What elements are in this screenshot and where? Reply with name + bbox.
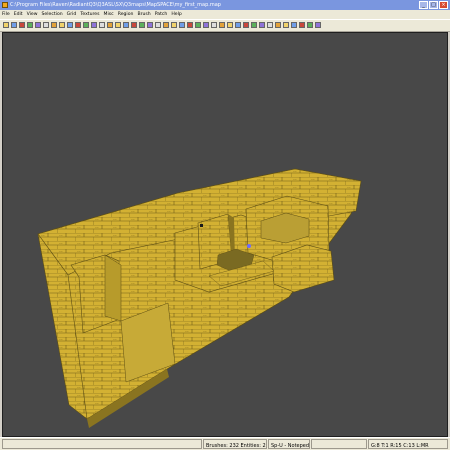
rotate-x-icon[interactable] — [67, 22, 73, 28]
paste-icon[interactable] — [35, 22, 41, 28]
status-grid-info: G:8 T:1 R:15 C:13 L:MR — [368, 439, 448, 449]
select-inside-icon[interactable] — [99, 22, 105, 28]
flip-x-icon[interactable] — [43, 22, 49, 28]
menu-help[interactable]: Help — [171, 10, 181, 19]
minimize-button[interactable]: _ — [419, 1, 428, 9]
patch-icon[interactable] — [187, 22, 193, 28]
window-controls: _ □ × — [419, 1, 448, 9]
bend-icon[interactable] — [195, 22, 201, 28]
menu-region[interactable]: Region — [118, 10, 134, 19]
flip-z-icon[interactable] — [59, 22, 65, 28]
help-icon[interactable] — [307, 22, 313, 28]
menu-view[interactable]: View — [27, 10, 38, 19]
player-start-marker — [247, 244, 251, 248]
menu-edit[interactable]: Edit — [14, 10, 23, 19]
menu-patch[interactable]: Patch — [155, 10, 168, 19]
copy-icon[interactable] — [27, 22, 33, 28]
cubic-clip-icon[interactable] — [171, 22, 177, 28]
view-change-icon[interactable] — [163, 22, 169, 28]
lighting-icon[interactable] — [227, 22, 233, 28]
insert-icon[interactable] — [203, 22, 209, 28]
radiant-editor-window: C:\Program Files\Raven\RadiantQ3\Q3ASL\S… — [0, 0, 450, 450]
about-icon[interactable] — [315, 22, 321, 28]
main-toolbar — [0, 19, 450, 32]
rotate-y-icon[interactable] — [75, 22, 81, 28]
flip-y-icon[interactable] — [51, 22, 57, 28]
window-title: C:\Program Files\Raven\RadiantQ3\Q3ASL\S… — [10, 2, 221, 8]
status-bar: Brushes: 232 Entities: 2 Sp-U - Noteped … — [0, 437, 450, 450]
rotate-z-icon[interactable] — [83, 22, 89, 28]
save-icon[interactable] — [11, 22, 17, 28]
texture-lock-icon[interactable] — [147, 22, 153, 28]
filter-icon[interactable] — [235, 22, 241, 28]
texture-browser-icon[interactable] — [283, 22, 289, 28]
map-render: ~~ — [37, 168, 362, 428]
menu-file[interactable]: File — [2, 10, 10, 19]
menu-grid[interactable]: Grid — [67, 10, 77, 19]
light-entity — [200, 224, 203, 227]
close-button[interactable]: × — [439, 1, 448, 9]
menu-bar: File Edit View Selection Grid Textures M… — [0, 10, 450, 19]
scale-icon[interactable] — [139, 22, 145, 28]
shader-icon[interactable] — [299, 22, 305, 28]
open-icon[interactable] — [3, 22, 9, 28]
entity-list-icon[interactable] — [179, 22, 185, 28]
clipper-icon[interactable] — [131, 22, 137, 28]
brush-size-icon[interactable] — [267, 22, 273, 28]
status-mode: Sp-U - Noteped — [268, 439, 310, 449]
surface-inspector-icon[interactable] — [291, 22, 297, 28]
menu-misc[interactable]: Misc — [104, 10, 114, 19]
3d-camera-viewport[interactable]: ~~ — [2, 32, 448, 437]
cut-icon[interactable] — [19, 22, 25, 28]
status-brush-count: Brushes: 232 Entities: 2 — [203, 439, 267, 449]
select-touching-icon[interactable] — [91, 22, 97, 28]
cap-icon[interactable] — [211, 22, 217, 28]
menu-brush[interactable]: Brush — [137, 10, 150, 19]
title-bar[interactable]: C:\Program Files\Raven\RadiantQ3\Q3ASL\S… — [0, 0, 450, 10]
hollow-icon[interactable] — [123, 22, 129, 28]
grid-icon[interactable] — [251, 22, 257, 28]
csg-subtract-icon[interactable] — [107, 22, 113, 28]
left-block-face — [104, 254, 122, 322]
csg-merge-icon[interactable] — [115, 22, 121, 28]
menu-textures[interactable]: Textures — [80, 10, 99, 19]
menu-selection[interactable]: Selection — [42, 10, 63, 19]
build-icon[interactable] — [275, 22, 281, 28]
status-pane-message — [2, 439, 202, 449]
app-icon — [2, 2, 8, 8]
render-mode-icon[interactable] — [243, 22, 249, 28]
thicken-icon[interactable] — [219, 22, 225, 28]
camera-mode-icon[interactable] — [155, 22, 161, 28]
status-pane-blank — [311, 439, 367, 449]
show-names-icon[interactable] — [259, 22, 265, 28]
maximize-button[interactable]: □ — [429, 1, 438, 9]
